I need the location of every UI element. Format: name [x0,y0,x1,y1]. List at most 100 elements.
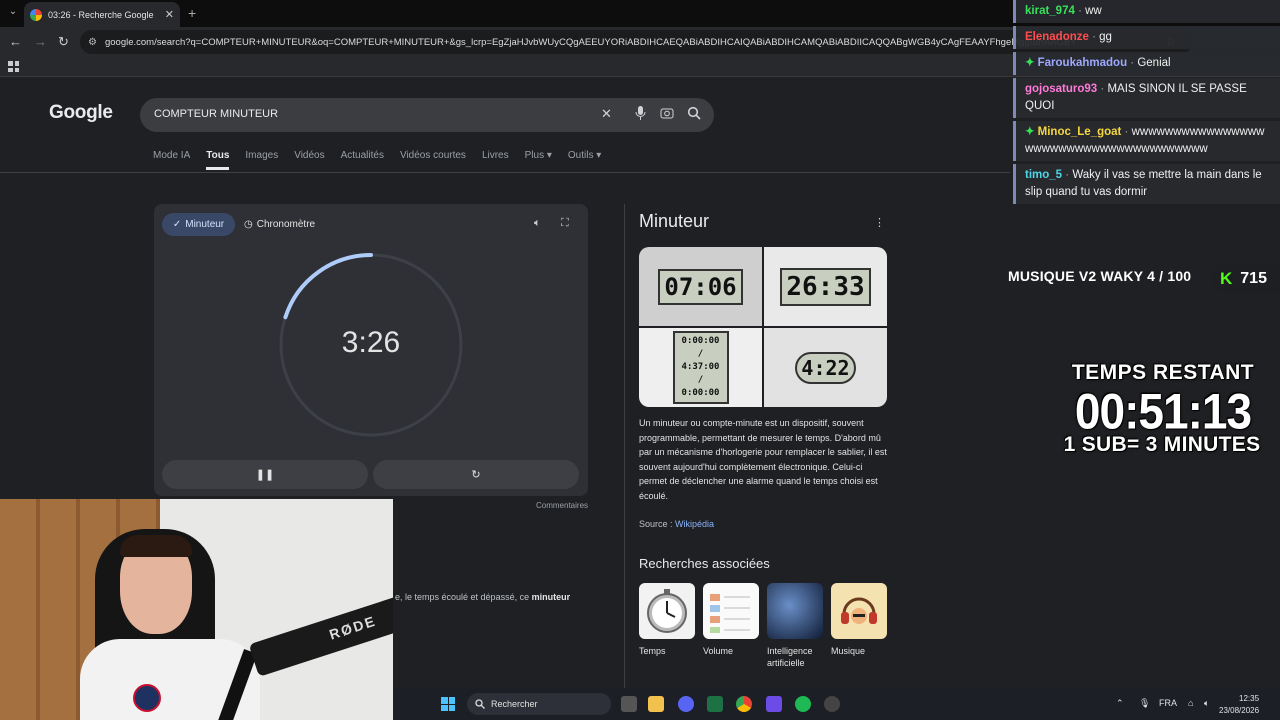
volume-icon[interactable]: 🔈︎ [534,217,541,230]
related-item-temps[interactable]: Temps [639,583,695,657]
search-tab[interactable]: Vidéos [294,150,324,170]
pause-button[interactable]: ❚❚ [162,460,368,489]
tray-chevron-icon[interactable]: ⌃ [1116,698,1124,709]
chat-username: timo_5 [1025,169,1063,181]
language-indicator[interactable]: FRA [1159,698,1177,708]
related-label: Intelligence artificielle [767,646,813,668]
minuteur-label: Minuteur [185,219,225,230]
chat-username: kirat_974 [1025,5,1075,17]
file-explorer-icon[interactable] [648,696,664,712]
webcam-feed: RØDE [0,499,393,720]
search-tab[interactable]: Outils ▾ [568,150,601,170]
search-tab[interactable]: Plus ▾ [525,150,552,170]
check-icon: ✓ [172,219,182,230]
spotify-icon[interactable] [795,696,811,712]
volume-formula-icon [703,583,759,639]
subathon-rule: 1 SUB= 3 MINUTES [1063,433,1261,456]
close-tab-icon[interactable]: ✕ [165,8,174,21]
timer-image-2[interactable]: 26:33 [764,247,887,326]
comments-link[interactable]: Commentaires [536,501,588,510]
more-options-icon[interactable]: ⋮ [874,216,885,229]
related-item-volume[interactable]: Volume [703,583,759,657]
chrome-icon[interactable] [736,696,752,712]
taskbar-search-label: Rechercher [491,699,538,709]
subathon-timer-value: 00:51:13 [1074,382,1252,440]
speaker-icon[interactable]: 🔈︎ [1204,698,1209,709]
stopwatch-icon [639,583,695,639]
back-icon[interactable]: ← [9,34,22,49]
search-input[interactable]: COMPTEUR MINUTEUR ✕ [140,98,714,132]
chat-message: ✦ Faroukahmadou · Genial [1013,52,1280,75]
timer-image-3[interactable]: 0:00:00 / 4:37:00 / 0:00:00 [639,328,762,407]
timer-widget: ✓ Minuteur ◷ Chronomètre 🔈︎ ⛶ 3:26 ❚❚ ↻ [154,204,588,496]
search-tab[interactable]: Images [245,150,278,170]
new-tab-icon[interactable]: + [188,5,196,21]
chronometre-mode-button[interactable]: ◷ Chronomètre [244,213,315,236]
stream-chat-overlay: kirat_974 · ww Elenadonze · gg ✦ Faroukahma… [1013,0,1280,207]
task-view-icon[interactable] [621,696,637,712]
obs-icon[interactable] [824,696,840,712]
chat-message: kirat_974 · ww [1013,0,1280,23]
windows-start-icon[interactable] [441,697,455,711]
search-icon[interactable] [687,106,701,123]
google-favicon-icon [30,8,42,21]
reload-icon[interactable]: ↻ [58,34,69,50]
search-tab[interactable]: Vidéos courtes [400,150,466,170]
tray-mic-icon[interactable]: 🎙︎ [1139,698,1150,709]
wikipedia-link[interactable]: Wikipédia [675,519,714,529]
music-counter: MUSIQUE V2 WAKY 4 / 100 [1008,268,1192,284]
fullscreen-icon[interactable]: ⛶ [561,217,569,230]
chat-message: gojosaturo93 · MAIS SINON IL SE PASSE QU… [1013,78,1280,118]
taskbar-search[interactable]: Rechercher [467,693,611,715]
timer-image-4[interactable]: 4:22 [764,328,887,407]
timer-time: 3:26 [341,326,401,359]
search-tab[interactable]: Mode IA [153,150,190,170]
apps-grid-icon[interactable] [8,61,19,72]
site-info-icon[interactable]: ⚙ [88,37,97,48]
discord-icon[interactable] [678,696,694,712]
search-tab[interactable]: Tous [206,150,230,170]
taskbar-clock[interactable]: 12:35 23/08/2026 [1219,693,1259,717]
excel-icon[interactable] [707,696,723,712]
google-logo[interactable]: Google [49,102,113,124]
tab-title: 03:26 - Recherche Google [48,9,154,20]
chat-message: timo_5 · Waky il vas se mettre la main d… [1013,164,1280,204]
related-label: Musique [831,646,866,656]
kp-image-grid[interactable]: 07:06 26:33 0:00:00 / 4:37:00 / 0:00:00 … [639,247,887,407]
chat-message: ✦ Minoc_Le_goat · wwwwwwwwwwwwwwwwwwwwwww… [1013,121,1280,161]
forward-icon[interactable]: → [34,34,47,49]
kp-title: Minuteur [639,211,710,231]
clear-icon[interactable]: ✕ [601,106,612,122]
sparkle-badge-icon: ✦ [1025,126,1035,138]
clock-date: 23/08/2026 [1219,706,1260,715]
browser-tab[interactable]: 03:26 - Recherche Google ✕ [24,2,180,27]
tab-search-icon[interactable]: ⌄ [6,6,20,20]
related-item-musique[interactable]: Musique [831,583,887,657]
lens-camera-icon[interactable] [660,106,674,123]
kp-source: Source : Wikipédia [639,519,715,529]
related-label: Volume [703,646,734,656]
chat-text: ww [1085,5,1102,17]
chat-username: Minoc_Le_goat [1037,126,1122,138]
psg-logo-icon [133,684,161,712]
timer-image-1[interactable]: 07:06 [639,247,762,326]
search-tabs: Mode IA Tous Images Vidéos Actualités Vidéos … [153,150,617,170]
chat-text: gg [1099,31,1112,43]
search-query: COMPTEUR MINUTEUR [154,108,279,120]
microphone-icon[interactable] [635,106,646,123]
kick-logo-icon: K [1220,269,1233,288]
search-tab[interactable]: Actualités [341,150,384,170]
reset-icon: ↻ [471,469,481,481]
chat-username: gojosaturo93 [1025,83,1098,95]
rode-microphone: RØDE [248,595,393,677]
reset-button[interactable]: ↻ [373,460,579,489]
search-tab[interactable]: Livres [482,150,509,170]
pause-icon: ❚❚ [255,469,275,481]
network-icon[interactable]: ⌂ [1188,698,1193,708]
result-snippet: e, le temps écoulé et dépassé, ce minute… [395,592,571,602]
minuteur-mode-button[interactable]: ✓ Minuteur [162,213,235,236]
url-text: google.com/search?q=COMPTEUR+MINUTEUR&oq… [104,36,1077,48]
app-grid-icon[interactable] [766,696,782,712]
sparkle-badge-icon: ✦ [1025,57,1035,69]
related-item-ia[interactable]: Intelligence artificielle [767,583,823,669]
